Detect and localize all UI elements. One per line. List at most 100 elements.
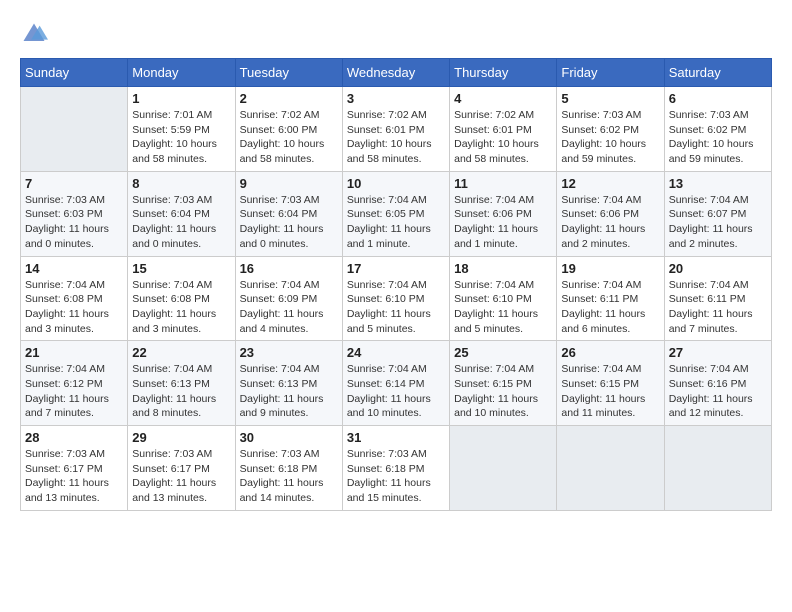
day-number: 22 [132,345,230,360]
day-info: Sunrise: 7:04 AM Sunset: 6:14 PM Dayligh… [347,362,445,421]
daylight-label: Daylight: 11 hours and 2 minutes. [669,223,753,250]
calendar-cell: 14 Sunrise: 7:04 AM Sunset: 6:08 PM Dayl… [21,256,128,341]
day-info: Sunrise: 7:04 AM Sunset: 6:16 PM Dayligh… [669,362,767,421]
day-info: Sunrise: 7:02 AM Sunset: 6:00 PM Dayligh… [240,108,338,167]
day-info: Sunrise: 7:04 AM Sunset: 6:11 PM Dayligh… [669,278,767,337]
day-number: 23 [240,345,338,360]
calendar-week-row: 1 Sunrise: 7:01 AM Sunset: 5:59 PM Dayli… [21,87,772,172]
calendar-table: SundayMondayTuesdayWednesdayThursdayFrid… [20,58,772,511]
page-header [20,20,772,48]
day-number: 7 [25,176,123,191]
logo [20,20,52,48]
sunset-label: Sunset: 6:07 PM [669,208,747,220]
daylight-label: Daylight: 11 hours and 7 minutes. [25,393,109,420]
day-number: 19 [561,261,659,276]
sunset-label: Sunset: 6:03 PM [25,208,103,220]
day-info: Sunrise: 7:04 AM Sunset: 6:08 PM Dayligh… [25,278,123,337]
daylight-label: Daylight: 11 hours and 3 minutes. [25,308,109,335]
day-info: Sunrise: 7:01 AM Sunset: 5:59 PM Dayligh… [132,108,230,167]
calendar-cell: 30 Sunrise: 7:03 AM Sunset: 6:18 PM Dayl… [235,426,342,511]
day-info: Sunrise: 7:04 AM Sunset: 6:08 PM Dayligh… [132,278,230,337]
calendar-week-row: 28 Sunrise: 7:03 AM Sunset: 6:17 PM Dayl… [21,426,772,511]
calendar-cell: 5 Sunrise: 7:03 AM Sunset: 6:02 PM Dayli… [557,87,664,172]
day-info: Sunrise: 7:03 AM Sunset: 6:02 PM Dayligh… [669,108,767,167]
day-number: 6 [669,91,767,106]
day-number: 16 [240,261,338,276]
calendar-cell: 19 Sunrise: 7:04 AM Sunset: 6:11 PM Dayl… [557,256,664,341]
daylight-label: Daylight: 11 hours and 10 minutes. [347,393,431,420]
sunset-label: Sunset: 6:14 PM [347,378,425,390]
day-info: Sunrise: 7:04 AM Sunset: 6:05 PM Dayligh… [347,193,445,252]
daylight-label: Daylight: 11 hours and 5 minutes. [454,308,538,335]
day-info: Sunrise: 7:02 AM Sunset: 6:01 PM Dayligh… [454,108,552,167]
day-number: 8 [132,176,230,191]
day-number: 31 [347,430,445,445]
sunset-label: Sunset: 6:01 PM [454,124,532,136]
day-of-week-header: Friday [557,59,664,87]
sunrise-label: Sunrise: 7:01 AM [132,109,212,121]
sunset-label: Sunset: 6:18 PM [240,463,318,475]
daylight-label: Daylight: 10 hours and 58 minutes. [132,138,217,165]
daylight-label: Daylight: 11 hours and 5 minutes. [347,308,431,335]
sunset-label: Sunset: 6:12 PM [25,378,103,390]
day-number: 27 [669,345,767,360]
day-number: 14 [25,261,123,276]
daylight-label: Daylight: 11 hours and 3 minutes. [132,308,216,335]
calendar-cell: 31 Sunrise: 7:03 AM Sunset: 6:18 PM Dayl… [342,426,449,511]
calendar-cell: 1 Sunrise: 7:01 AM Sunset: 5:59 PM Dayli… [128,87,235,172]
calendar-cell: 27 Sunrise: 7:04 AM Sunset: 6:16 PM Dayl… [664,341,771,426]
calendar-cell [557,426,664,511]
sunrise-label: Sunrise: 7:02 AM [454,109,534,121]
calendar-cell: 25 Sunrise: 7:04 AM Sunset: 6:15 PM Dayl… [450,341,557,426]
calendar-cell: 18 Sunrise: 7:04 AM Sunset: 6:10 PM Dayl… [450,256,557,341]
day-of-week-header: Thursday [450,59,557,87]
daylight-label: Daylight: 11 hours and 8 minutes. [132,393,216,420]
calendar-cell: 26 Sunrise: 7:04 AM Sunset: 6:15 PM Dayl… [557,341,664,426]
sunrise-label: Sunrise: 7:04 AM [561,194,641,206]
daylight-label: Daylight: 10 hours and 59 minutes. [669,138,754,165]
sunset-label: Sunset: 6:04 PM [132,208,210,220]
sunrise-label: Sunrise: 7:03 AM [132,194,212,206]
day-number: 12 [561,176,659,191]
day-of-week-header: Sunday [21,59,128,87]
calendar-cell: 12 Sunrise: 7:04 AM Sunset: 6:06 PM Dayl… [557,171,664,256]
day-info: Sunrise: 7:03 AM Sunset: 6:17 PM Dayligh… [132,447,230,506]
day-number: 20 [669,261,767,276]
day-number: 25 [454,345,552,360]
daylight-label: Daylight: 11 hours and 4 minutes. [240,308,324,335]
day-info: Sunrise: 7:02 AM Sunset: 6:01 PM Dayligh… [347,108,445,167]
sunrise-label: Sunrise: 7:02 AM [347,109,427,121]
calendar-cell: 9 Sunrise: 7:03 AM Sunset: 6:04 PM Dayli… [235,171,342,256]
sunrise-label: Sunrise: 7:04 AM [25,363,105,375]
day-info: Sunrise: 7:04 AM Sunset: 6:11 PM Dayligh… [561,278,659,337]
sunrise-label: Sunrise: 7:04 AM [240,363,320,375]
daylight-label: Daylight: 10 hours and 59 minutes. [561,138,646,165]
day-number: 15 [132,261,230,276]
day-number: 4 [454,91,552,106]
day-info: Sunrise: 7:04 AM Sunset: 6:13 PM Dayligh… [132,362,230,421]
day-number: 10 [347,176,445,191]
day-number: 26 [561,345,659,360]
daylight-label: Daylight: 11 hours and 13 minutes. [25,477,109,504]
day-info: Sunrise: 7:03 AM Sunset: 6:03 PM Dayligh… [25,193,123,252]
sunrise-label: Sunrise: 7:04 AM [669,194,749,206]
sunset-label: Sunset: 6:11 PM [561,293,638,305]
day-number: 24 [347,345,445,360]
day-of-week-header: Wednesday [342,59,449,87]
sunrise-label: Sunrise: 7:04 AM [454,363,534,375]
sunrise-label: Sunrise: 7:04 AM [132,363,212,375]
daylight-label: Daylight: 11 hours and 2 minutes. [561,223,645,250]
day-info: Sunrise: 7:04 AM Sunset: 6:15 PM Dayligh… [561,362,659,421]
sunrise-label: Sunrise: 7:04 AM [347,279,427,291]
sunrise-label: Sunrise: 7:04 AM [240,279,320,291]
day-number: 1 [132,91,230,106]
sunrise-label: Sunrise: 7:04 AM [669,363,749,375]
daylight-label: Daylight: 11 hours and 0 minutes. [240,223,324,250]
day-of-week-header: Tuesday [235,59,342,87]
sunset-label: Sunset: 6:06 PM [561,208,639,220]
sunset-label: Sunset: 6:13 PM [132,378,210,390]
day-number: 29 [132,430,230,445]
day-number: 13 [669,176,767,191]
day-number: 28 [25,430,123,445]
day-info: Sunrise: 7:03 AM Sunset: 6:02 PM Dayligh… [561,108,659,167]
